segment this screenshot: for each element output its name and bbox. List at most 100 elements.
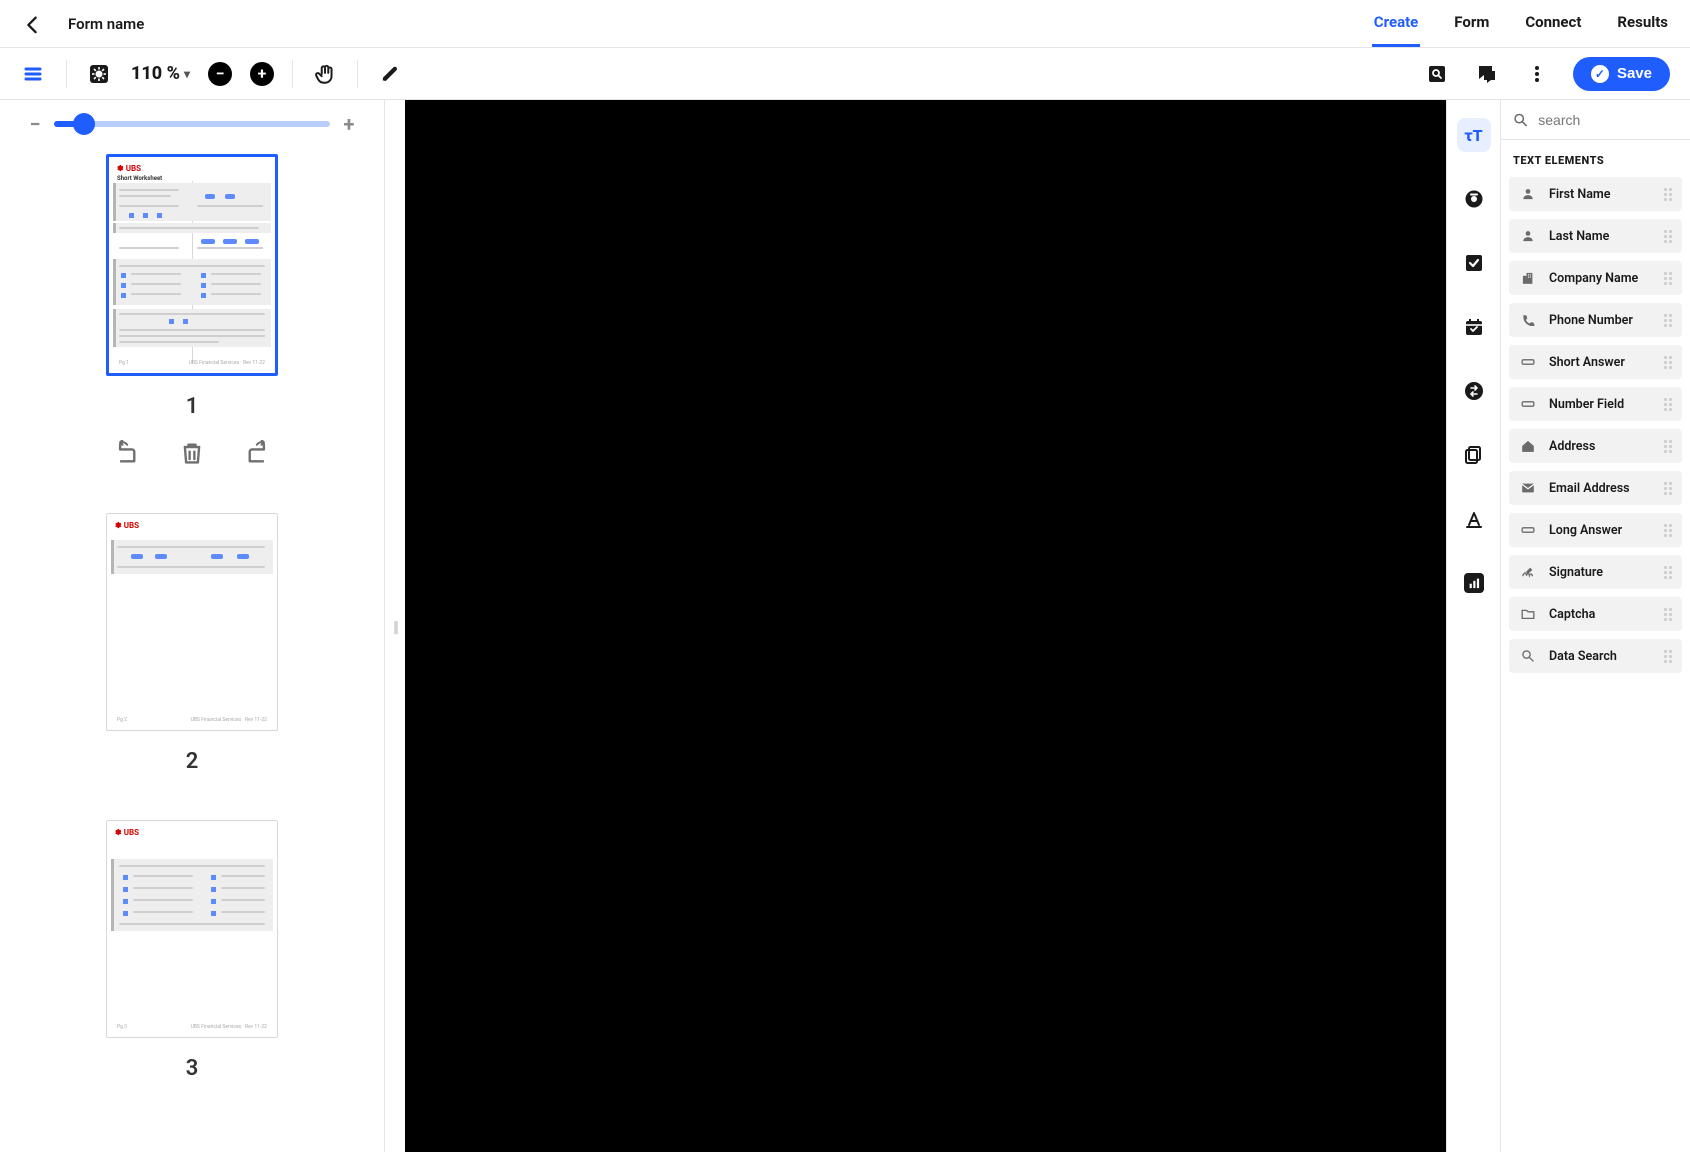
element-short-answer[interactable]: Short Answer [1509,345,1682,379]
calendar-icon [1463,316,1485,338]
elements-search[interactable] [1501,100,1690,140]
slider-minus[interactable]: − [24,112,46,136]
delete-page-button[interactable] [178,439,206,467]
category-chart[interactable] [1457,566,1491,600]
element-signature[interactable]: Signature [1509,555,1682,589]
rotate-left-button[interactable] [112,439,140,467]
chart-icon [1464,573,1484,593]
person-icon [1519,186,1537,202]
form-title[interactable]: Form name [68,15,144,33]
rotate-right-button[interactable] [244,439,272,467]
category-text[interactable]: τT [1457,118,1491,152]
tab-label: Create [1374,13,1418,31]
more-menu-button[interactable] [1523,60,1551,88]
elements-panel: TEXT ELEMENTS First NameLast NameCompany… [1500,100,1690,1152]
element-last-name[interactable]: Last Name [1509,219,1682,253]
element-long-answer[interactable]: Long Answer [1509,513,1682,547]
pan-tool-button[interactable] [311,60,339,88]
category-swap[interactable] [1457,374,1491,408]
search-icon [1513,111,1528,129]
page-thumbnail-2[interactable]: UBS Pg 2UBS Financial Services · Rev 11-… [106,513,278,731]
thumbnail-panel: − + UBS Short Worksheet [0,100,385,1152]
slider-plus[interactable]: + [338,112,360,136]
tab-label: Results [1617,13,1668,31]
thumbnail-zoom-slider[interactable]: − + [24,112,360,136]
drag-handle-icon[interactable] [1664,398,1672,411]
category-date[interactable] [1457,310,1491,344]
drag-handle-icon[interactable] [1664,650,1672,663]
settings-button[interactable] [85,60,113,88]
header-tabs: Create Form Connect Results [1372,0,1670,47]
drag-handle-icon[interactable] [1664,524,1672,537]
phone-icon [1519,312,1537,328]
page-thumbnail-3[interactable]: UBS Pg 3UBS Financial Services · Rev 11-… [106,820,278,1038]
text-format-icon [1463,508,1485,530]
element-label: Long Answer [1549,523,1622,538]
drag-handle-icon[interactable] [1664,188,1672,201]
drag-handle-icon[interactable] [1664,272,1672,285]
home-icon [1519,438,1537,454]
element-email-address[interactable]: Email Address [1509,471,1682,505]
text-icon: τT [1464,126,1482,145]
tab-connect[interactable]: Connect [1523,0,1583,47]
drag-handle-icon[interactable] [1664,608,1672,621]
short-icon [1519,522,1537,538]
category-checkbox[interactable] [1457,246,1491,280]
element-first-name[interactable]: First Name [1509,177,1682,211]
element-captcha[interactable]: Captcha [1509,597,1682,631]
save-button[interactable]: ✓ Save [1573,57,1670,91]
element-label: Phone Number [1549,313,1633,328]
drag-handle-icon[interactable] [1664,566,1672,579]
page-thumbnail-1[interactable]: UBS Short Worksheet [106,154,278,376]
tab-results[interactable]: Results [1615,0,1670,47]
element-label: First Name [1549,187,1611,202]
page-actions [112,439,272,467]
folder-icon [1519,606,1537,622]
element-address[interactable]: Address [1509,429,1682,463]
comments-button[interactable] [1473,60,1501,88]
element-label: Last Name [1549,229,1609,244]
back-button[interactable] [20,12,44,36]
header: Form name Create Form Connect Results [0,0,1690,48]
zoom-dropdown[interactable]: 110 % ▾ [131,63,190,84]
search-icon [1519,648,1537,664]
panel-toggle-button[interactable] [20,60,48,88]
drag-handle-icon[interactable] [1664,314,1672,327]
person-icon [1519,228,1537,244]
tab-form[interactable]: Form [1452,0,1491,47]
mail-icon [1519,480,1537,496]
document-canvas[interactable] [405,100,1446,1152]
slider-track[interactable] [54,121,330,127]
element-company-name[interactable]: Company Name [1509,261,1682,295]
slider-thumb[interactable] [73,113,95,135]
tab-label: Form [1454,13,1489,31]
save-label: Save [1617,65,1652,82]
panel-resizer[interactable]: || [385,100,405,1152]
drag-handle-icon[interactable] [1664,440,1672,453]
zoom-out-button[interactable]: − [208,62,232,86]
zoom-value: 110 % [131,63,180,84]
element-data-search[interactable]: Data Search [1509,639,1682,673]
zoom-in-button[interactable]: + [250,62,274,86]
swap-icon [1463,380,1485,402]
main: − + UBS Short Worksheet [0,100,1690,1152]
drag-handle-icon[interactable] [1664,356,1672,369]
drag-handle-icon[interactable] [1664,482,1672,495]
element-label: Number Field [1549,397,1624,412]
checkbox-icon [1463,252,1485,274]
edit-tool-button[interactable] [376,60,404,88]
signature-icon [1519,564,1537,580]
tab-create[interactable]: Create [1372,0,1420,47]
category-text-format[interactable] [1457,502,1491,536]
drag-handle-icon[interactable] [1664,230,1672,243]
copy-icon [1463,444,1485,466]
find-in-page-button[interactable] [1423,60,1451,88]
business-icon [1519,270,1537,286]
elements-list: First Name Last Name Company Name Phone Num… [1501,177,1690,673]
element-number-field[interactable]: Number Field [1509,387,1682,421]
element-phone-number[interactable]: Phone Number [1509,303,1682,337]
category-photo[interactable] [1457,182,1491,216]
elements-search-input[interactable] [1538,112,1678,128]
category-copy[interactable] [1457,438,1491,472]
page-number: 2 [186,749,199,774]
